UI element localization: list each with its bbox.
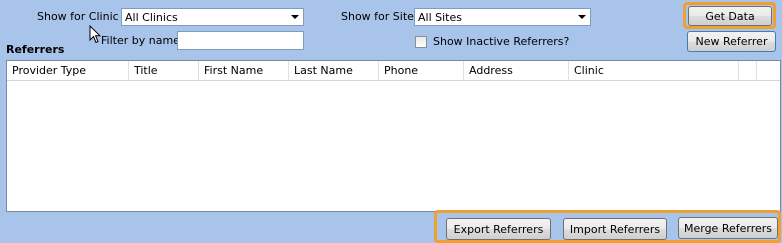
column-header-first-name[interactable]: First Name — [199, 61, 289, 80]
import-referrers-button[interactable]: Import Referrers — [563, 218, 667, 240]
site-filter-label: Show for Site — [341, 10, 414, 23]
name-filter-label: Filter by name — [101, 34, 180, 47]
referrers-section-title: Referrers — [6, 43, 65, 56]
clinic-select[interactable]: All Clinics — [121, 8, 304, 26]
column-header-extra-2[interactable] — [757, 61, 780, 80]
clinic-filter-label: Show for Clinic — [37, 10, 119, 23]
new-referrer-button[interactable]: New Referrer — [687, 31, 776, 52]
chevron-down-icon[interactable] — [287, 9, 303, 25]
column-header-last-name[interactable]: Last Name — [289, 61, 379, 80]
name-filter-input[interactable] — [177, 31, 304, 50]
column-header-provider-type[interactable]: Provider Type — [7, 61, 129, 80]
grid-header: Provider Type Title First Name Last Name… — [7, 61, 780, 81]
column-header-address[interactable]: Address — [464, 61, 569, 80]
export-referrers-button[interactable]: Export Referrers — [446, 218, 551, 240]
column-header-clinic[interactable]: Clinic — [569, 61, 739, 80]
site-select[interactable]: All Sites — [414, 8, 591, 26]
column-header-extra-1[interactable] — [739, 61, 757, 80]
referrers-grid[interactable]: Provider Type Title First Name Last Name… — [6, 60, 781, 212]
get-data-button[interactable]: Get Data — [688, 6, 772, 26]
column-header-title[interactable]: Title — [129, 61, 199, 80]
show-inactive-checkbox[interactable] — [415, 36, 427, 48]
clinic-select-value: All Clinics — [125, 10, 178, 24]
chevron-down-icon[interactable] — [574, 9, 590, 25]
site-select-value: All Sites — [418, 10, 462, 24]
mouse-cursor-icon — [89, 25, 101, 44]
column-header-phone[interactable]: Phone — [379, 61, 464, 80]
merge-referrers-button[interactable]: Merge Referrers — [678, 217, 778, 239]
show-inactive-label: Show Inactive Referrers? — [433, 35, 570, 48]
